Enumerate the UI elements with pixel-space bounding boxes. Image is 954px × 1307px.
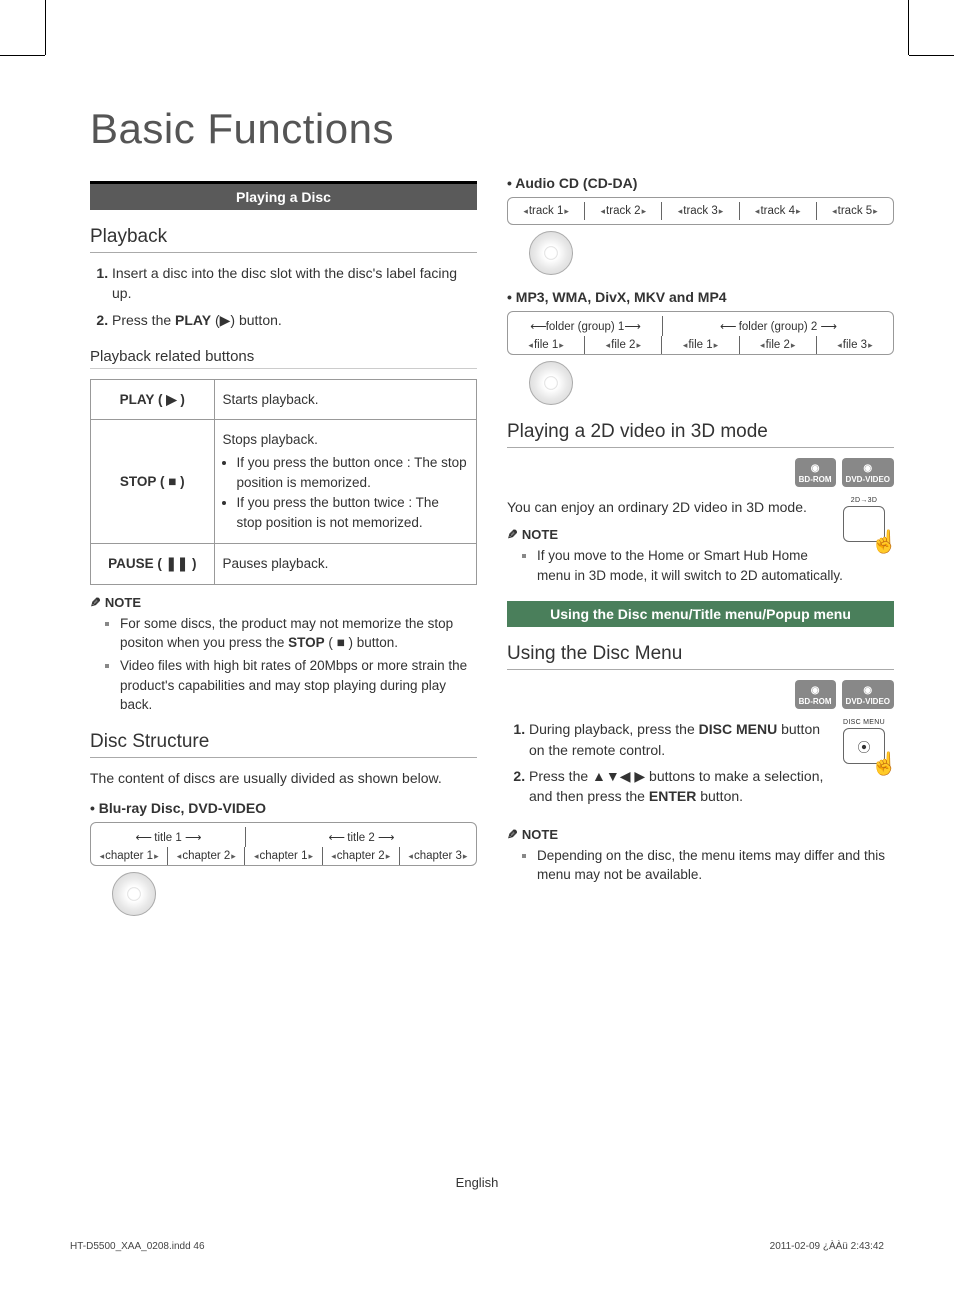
left-column: Playing a Disc Playback Insert a disc in… <box>90 175 477 930</box>
stop-bullet-1: If you press the button once : The stop … <box>237 453 468 492</box>
section-2d3d-body: 2D→3D ☝ You can enjoy an ordinary 2D vid… <box>507 497 894 595</box>
bluray-structure: ⟵ title 1 ⟶ ⟵ title 2 ⟶ chapter 1 chapte… <box>90 822 477 866</box>
content-columns: Playing a Disc Playback Insert a disc in… <box>90 175 894 930</box>
chapter-cell: chapter 2 <box>323 847 400 865</box>
folder-cell: ⟵ folder (group) 2 ⟶ <box>663 316 893 336</box>
playback-buttons-heading: Playback related buttons <box>90 348 477 369</box>
button-shape: ⦿ ☝ <box>843 728 885 764</box>
chapter-cell: chapter 1 <box>245 847 322 865</box>
btn-play-desc: Starts playback. <box>214 379 476 420</box>
stop-bullet-2: If you press the button twice : The stop… <box>237 493 468 532</box>
right-column: • Audio CD (CD-DA) track 1 track 2 track… <box>507 175 894 930</box>
btn-pause-desc: Pauses playback. <box>214 544 476 585</box>
track-row: track 1 track 2 track 3 track 4 track 5 <box>508 198 893 224</box>
track-cell: track 1 <box>508 202 585 220</box>
buttons-table: PLAY ( ▶ ) Starts playback. STOP ( ■ ) S… <box>90 379 477 585</box>
file-cell: file 2 <box>585 336 662 354</box>
chapter-row: chapter 1 chapter 2 chapter 1 chapter 2 … <box>91 847 476 865</box>
file-cell: file 1 <box>662 336 739 354</box>
note-item: Video files with high bit rates of 20Mbp… <box>120 656 477 715</box>
format-badges: BD-ROM DVD-VIDEO <box>507 680 894 709</box>
crop-mark <box>45 0 46 55</box>
chapter-cell: chapter 1 <box>91 847 168 865</box>
banner-disc-menu: Using the Disc menu/Title menu/Popup men… <box>507 601 894 627</box>
title-cell: ⟵ title 2 ⟶ <box>246 827 476 847</box>
audiocd-structure: track 1 track 2 track 3 track 4 track 5 <box>507 197 894 225</box>
section-playback-heading: Playback <box>90 226 477 253</box>
meta-filename: HT-D5500_XAA_0208.indd 46 <box>70 1241 205 1252</box>
playback-steps: Insert a disc into the disc slot with th… <box>90 263 477 330</box>
table-row: STOP ( ■ ) Stops playback. If you press … <box>91 420 477 544</box>
footer-language: English <box>0 1175 954 1190</box>
playback-step-2: Press the PLAY (▶) button. <box>112 310 477 330</box>
folder-cell: ⟵folder (group) 1⟶ <box>508 316 663 336</box>
meta-timestamp: 2011-02-09 ¿ÀÀü 2:43:42 <box>770 1241 884 1252</box>
disc-menu-notes: Depending on the disc, the menu items ma… <box>507 846 894 885</box>
track-cell: track 5 <box>817 202 893 220</box>
table-row: PAUSE ( ❚❚ ) Pauses playback. <box>91 544 477 585</box>
badge-bdrom: BD-ROM <box>795 680 836 709</box>
bluray-heading: • Blu-ray Disc, DVD-VIDEO <box>90 800 477 816</box>
playback-step-1: Insert a disc into the disc slot with th… <box>112 263 477 304</box>
file-cell: file 2 <box>740 336 817 354</box>
folder-row: ⟵folder (group) 1⟶ ⟵ folder (group) 2 ⟶ <box>508 312 893 336</box>
badge-bdrom: BD-ROM <box>795 458 836 487</box>
page-title: Basic Functions <box>90 105 894 153</box>
disc-icon <box>529 231 573 275</box>
note-item: For some discs, the product may not memo… <box>120 614 477 653</box>
remote-button-discmenu: DISC MENU ⦿ ☝ <box>834 719 894 764</box>
track-cell: track 3 <box>662 202 739 220</box>
file-cell: file 3 <box>817 336 893 354</box>
disc-icon <box>529 361 573 405</box>
title-row: ⟵ title 1 ⟶ ⟵ title 2 ⟶ <box>91 823 476 847</box>
disc-illustration <box>507 361 894 405</box>
hand-icon: ☝ <box>871 529 898 555</box>
mp3-heading: • MP3, WMA, DivX, MKV and MP4 <box>507 289 894 305</box>
banner-playing-disc: Playing a Disc <box>90 181 477 210</box>
btn-play-name: PLAY ( ▶ ) <box>91 379 215 420</box>
table-row: PLAY ( ▶ ) Starts playback. <box>91 379 477 420</box>
crop-mark <box>908 0 909 55</box>
audiocd-heading: • Audio CD (CD-DA) <box>507 175 894 191</box>
format-badges: BD-ROM DVD-VIDEO <box>507 458 894 487</box>
chapter-cell: chapter 2 <box>168 847 245 865</box>
title-cell: ⟵ title 1 ⟶ <box>91 827 246 847</box>
disc-menu-step-2: Press the ▲▼◀ ▶ buttons to make a select… <box>529 766 894 807</box>
badge-dvdvideo: DVD-VIDEO <box>842 680 894 709</box>
stop-bullets: If you press the button once : The stop … <box>223 453 468 532</box>
note-heading: NOTE <box>507 827 894 843</box>
mp3-structure: ⟵folder (group) 1⟶ ⟵ folder (group) 2 ⟶ … <box>507 311 894 355</box>
note-item: Depending on the disc, the menu items ma… <box>537 846 894 885</box>
disc-illustration <box>507 231 894 275</box>
disc-illustration <box>90 872 477 916</box>
badge-dvdvideo: DVD-VIDEO <box>842 458 894 487</box>
track-cell: track 4 <box>740 202 817 220</box>
hand-icon: ☝ <box>871 751 898 777</box>
section-disc-structure-heading: Disc Structure <box>90 731 477 758</box>
file-row: file 1 file 2 file 1 file 2 file 3 <box>508 336 893 354</box>
disc-icon <box>112 872 156 916</box>
button-shape: ☝ <box>843 506 885 542</box>
btn-stop-name: STOP ( ■ ) <box>91 420 215 544</box>
disc-structure-intro: The content of discs are usually divided… <box>90 768 477 788</box>
notes-2d3d: If you move to the Home or Smart Hub Hom… <box>507 546 894 585</box>
remote-button-2d3d: 2D→3D ☝ <box>834 497 894 542</box>
note-item: If you move to the Home or Smart Hub Hom… <box>537 546 894 585</box>
print-meta: HT-D5500_XAA_0208.indd 46 2011-02-09 ¿ÀÀ… <box>70 1241 884 1252</box>
playback-notes: For some discs, the product may not memo… <box>90 614 477 715</box>
section-disc-menu-heading: Using the Disc Menu <box>507 643 894 670</box>
track-cell: track 2 <box>585 202 662 220</box>
section-2d3d-heading: Playing a 2D video in 3D mode <box>507 421 894 448</box>
manual-page: Basic Functions Playing a Disc Playback … <box>0 0 954 1280</box>
note-heading: NOTE <box>90 595 477 611</box>
btn-pause-name: PAUSE ( ❚❚ ) <box>91 544 215 585</box>
btn-stop-desc: Stops playback. If you press the button … <box>214 420 476 544</box>
chapter-cell: chapter 3 <box>400 847 476 865</box>
file-cell: file 1 <box>508 336 585 354</box>
crop-mark <box>0 55 45 56</box>
section-disc-menu-body: DISC MENU ⦿ ☝ During playback, press the… <box>507 719 894 816</box>
crop-mark <box>909 55 954 56</box>
